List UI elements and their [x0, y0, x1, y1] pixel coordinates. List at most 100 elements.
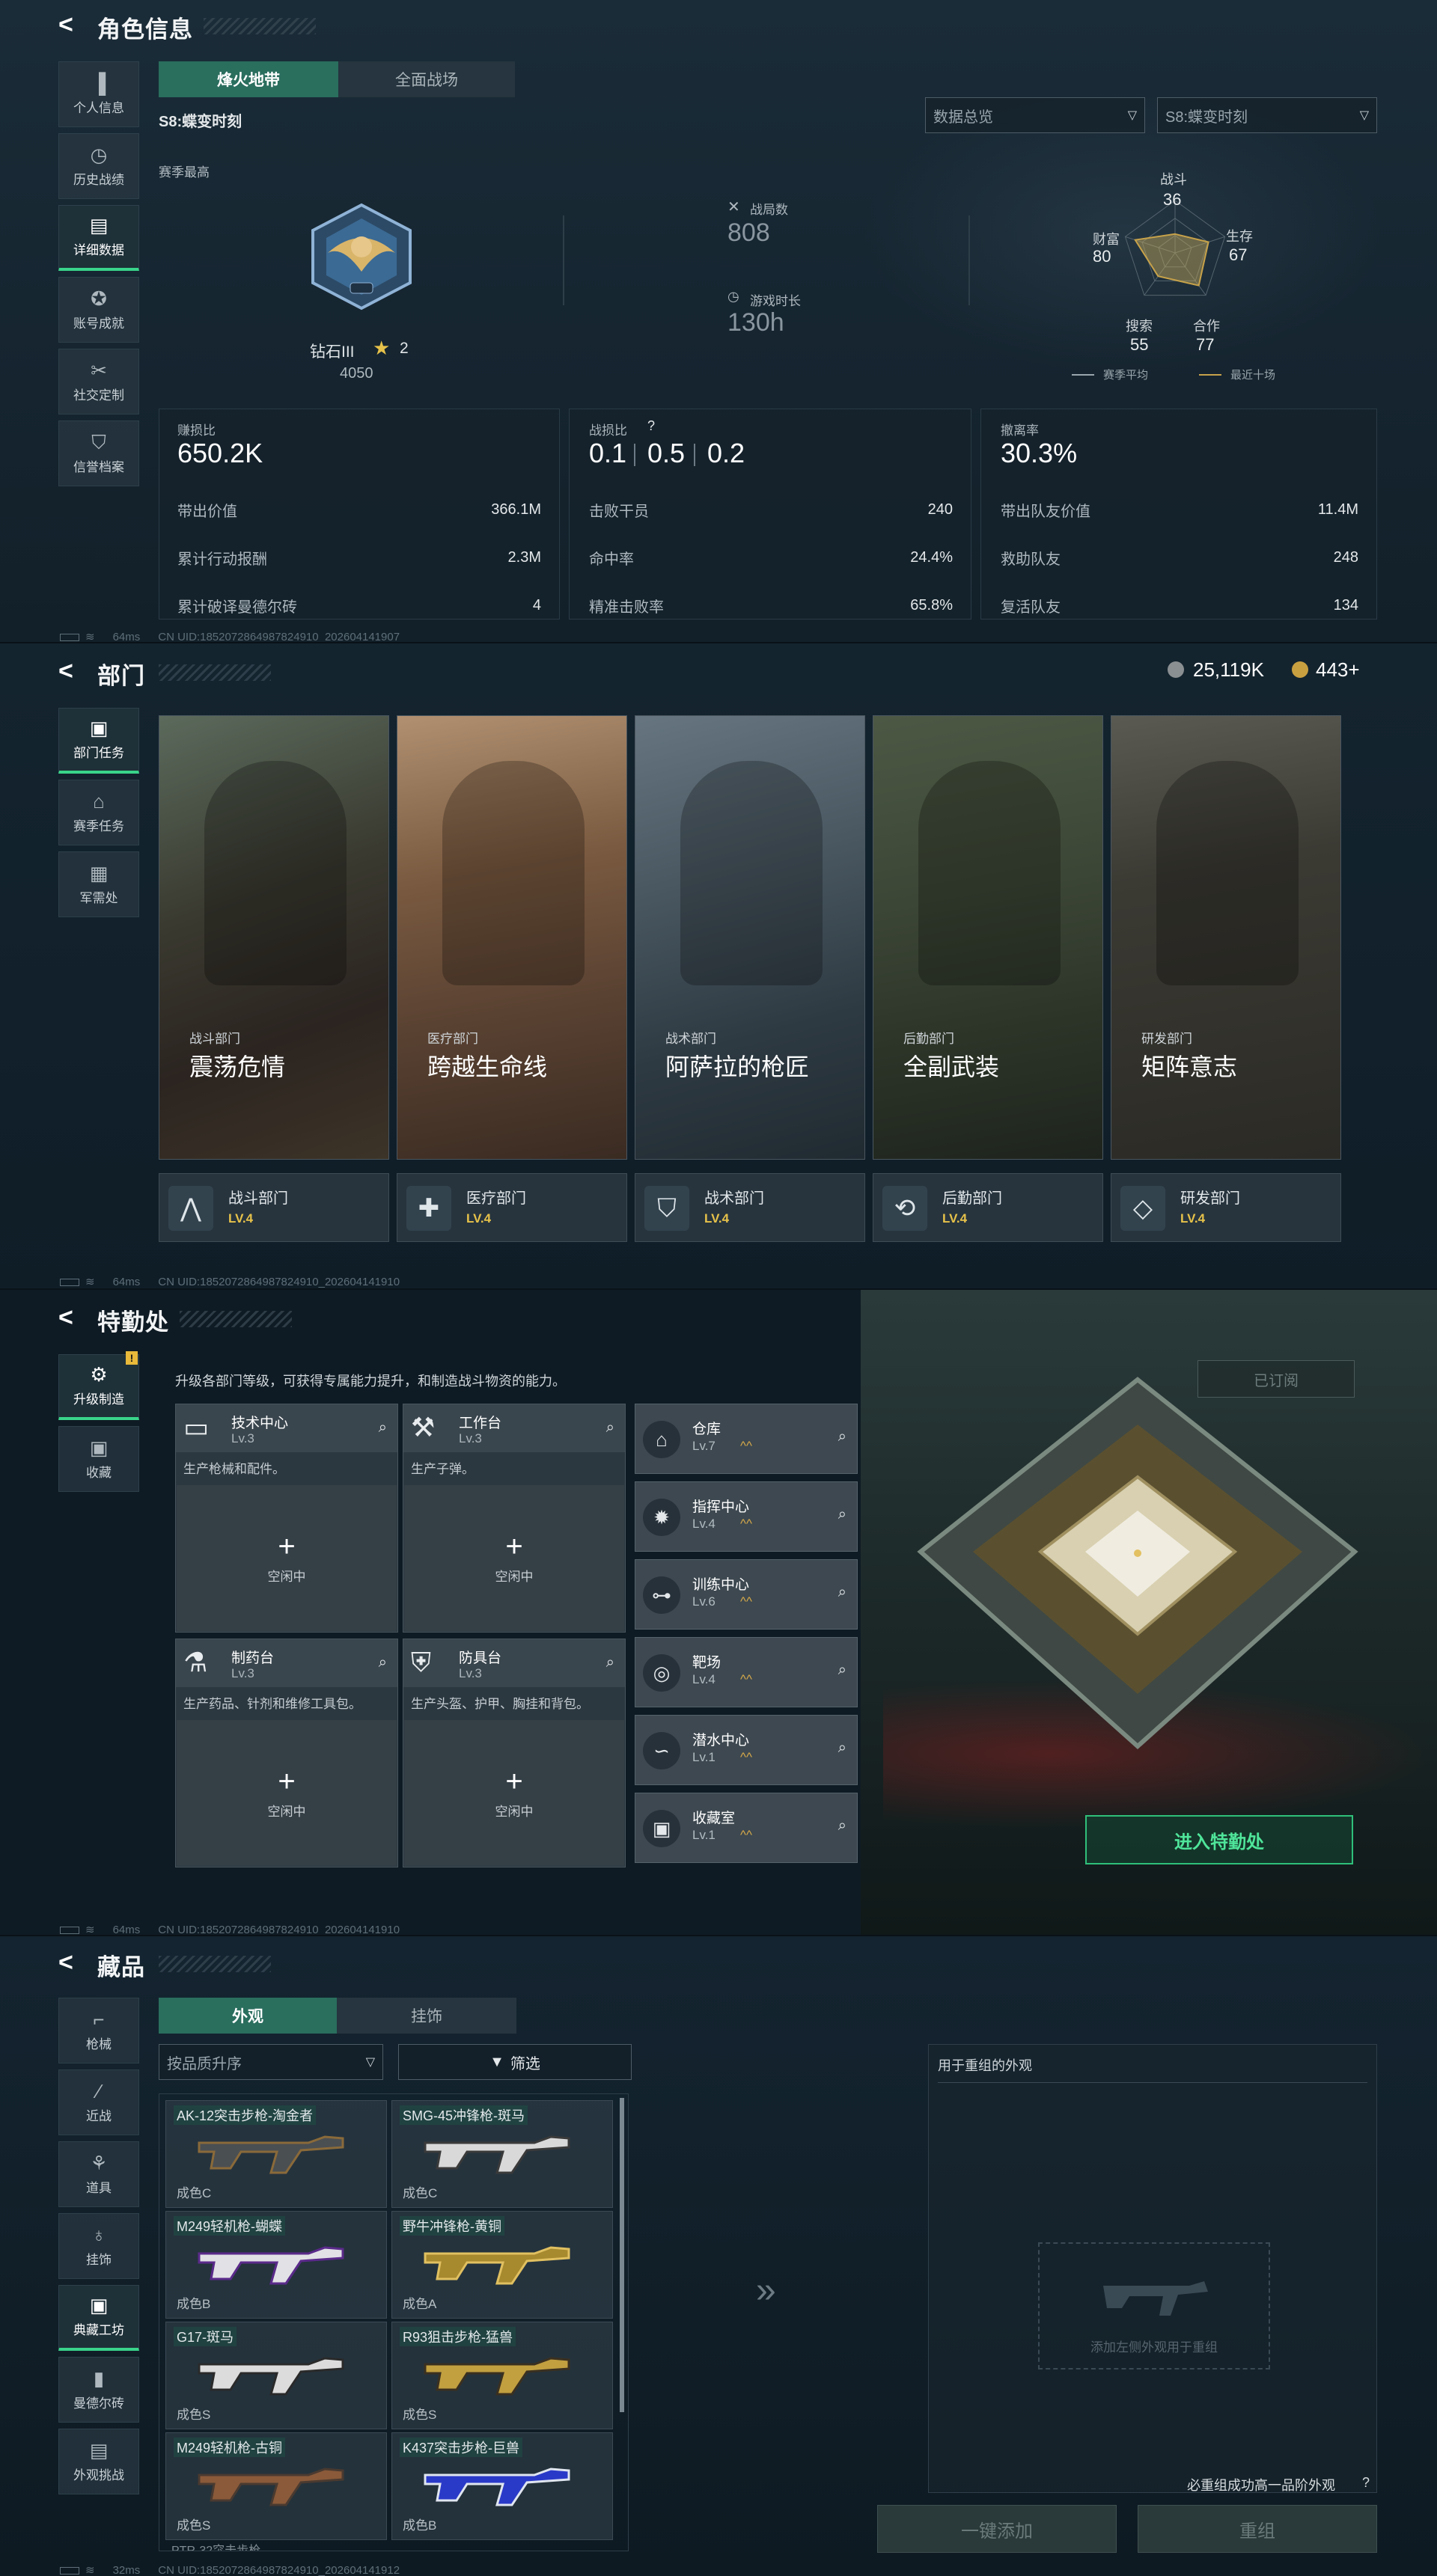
collection-item[interactable]: SMG-45冲锋枪-斑马 成色C — [391, 2100, 613, 2208]
search-icon[interactable]: ⌕ — [379, 1654, 387, 1671]
help-icon[interactable]: ? — [1362, 2475, 1370, 2491]
department-card[interactable]: 战术部门 阿萨拉的枪匠 — [635, 715, 865, 1160]
help-icon[interactable]: ? — [647, 418, 655, 434]
search-icon[interactable]: ⌕ — [838, 1662, 846, 1679]
radar-label-search: 搜索 — [1126, 319, 1153, 334]
radar-value-search: 55 — [1130, 335, 1149, 354]
collection-item[interactable]: 野牛冲锋枪-黄铜 成色A — [391, 2211, 613, 2319]
ping: 32ms — [112, 2564, 141, 2576]
back-icon[interactable]: < — [58, 657, 73, 686]
collection-item[interactable]: G17-斑马 成色S — [165, 2322, 387, 2429]
sidebar-item[interactable]: ▤ 详细数据 — [58, 205, 139, 271]
search-icon[interactable]: ⌕ — [838, 1817, 846, 1835]
collection-item[interactable]: AK-12突击步枪-淘金者 成色C — [165, 2100, 387, 2208]
weapon-image — [424, 2357, 570, 2396]
department-item[interactable]: ◇ 研发部门 LV.4 — [1111, 1173, 1341, 1242]
recombine-title: 用于重组的外观 — [938, 2058, 1032, 2073]
sort-dropdown[interactable]: 按品质升序 ▽ — [159, 2044, 383, 2080]
profile-sidebar: ▐ 个人信息 ◷ 历史战绩 ▤ 详细数据 ✪ 账号成就 ✂ 社交定制 ⛉ 信誉档案 — [58, 61, 139, 492]
sidebar-item[interactable]: ▐ 个人信息 — [58, 61, 139, 127]
search-icon[interactable]: ⌕ — [379, 1419, 387, 1437]
facility-level: Lv.4 — [692, 1672, 716, 1686]
search-icon[interactable]: ⌕ — [838, 1428, 846, 1445]
scrollbar[interactable] — [620, 2098, 624, 2412]
collection-item[interactable]: M249轻机枪-古铜 成色S — [165, 2432, 387, 2540]
sidebar-item[interactable]: ▣ 典藏工坊 — [58, 2285, 139, 2351]
matches-label: 战局数 — [750, 203, 788, 217]
sidebar-item[interactable]: ▣ 收藏 — [58, 1426, 139, 1492]
filter-button[interactable]: ▼ 筛选 — [398, 2044, 632, 2080]
sidebar-item[interactable]: ▤ 外观挑战 — [58, 2429, 139, 2494]
currency-coins: 25,119K — [1193, 658, 1264, 681]
department-card[interactable]: 医疗部门 跨越生命线 — [397, 715, 627, 1160]
sidebar-item[interactable]: ▦ 军需处 — [58, 851, 139, 917]
overview-dropdown[interactable]: 数据总览 ▽ — [925, 97, 1145, 133]
department-panel: < 部门 25,119K 443+ ▣ 部门任务 ⌂ 赛季任务 ▦ 军需处 战斗部门 震荡危… — [0, 643, 1437, 1290]
tab-full-battle[interactable]: 全面战场 — [338, 61, 515, 97]
search-icon[interactable]: ⌕ — [606, 1654, 614, 1671]
back-icon[interactable]: < — [58, 1948, 73, 1977]
department-item[interactable]: ⛉ 战术部门 LV.4 — [635, 1173, 865, 1242]
search-icon[interactable]: ⌕ — [606, 1419, 614, 1437]
collection-item[interactable]: R93狙击步枪-猛兽 成色S — [391, 2322, 613, 2429]
facility-item[interactable]: ✹ 指挥中心 Lv.4 ^^ ⌕ — [635, 1481, 858, 1552]
search-icon[interactable]: ⌕ — [838, 1740, 846, 1757]
sidebar-item[interactable]: ⛉ 信誉档案 — [58, 420, 139, 486]
enter-ops-button[interactable]: 进入特勤处 — [1085, 1815, 1353, 1864]
facility-item[interactable]: ∽ 潜水中心 Lv.1 ^^ ⌕ — [635, 1715, 858, 1785]
sidebar-item[interactable]: ▮ 曼德尔砖 — [58, 2357, 139, 2423]
clock-icon-icon: ◷ — [90, 143, 108, 166]
idle-slot[interactable]: + 空闲中 — [177, 1485, 397, 1631]
recombine-button[interactable]: 重组 — [1138, 2505, 1377, 2553]
department-item[interactable]: ✚ 医疗部门 LV.4 — [397, 1173, 627, 1242]
sidebar-item[interactable]: ✂ 社交定制 — [58, 349, 139, 414]
workshop-card[interactable]: ⚒ 工作台 Lv.3 ⌕ 生产子弹。 + 空闲中 — [403, 1404, 626, 1633]
tab-pendant[interactable]: 挂饰 — [337, 1998, 516, 2034]
idle-slot[interactable]: + 空闲中 — [404, 1720, 624, 1866]
drop-slot[interactable]: 添加左侧外观用于重组 — [1038, 2242, 1270, 2370]
back-icon[interactable]: < — [58, 1303, 73, 1333]
collection-item[interactable]: K437突击步枪-巨兽 成色B — [391, 2432, 613, 2540]
ping: 64ms — [112, 1276, 141, 1288]
tab-fire-zone[interactable]: 烽火地带 — [159, 61, 338, 97]
workshop-level: Lv.3 — [459, 1431, 482, 1445]
department-card[interactable]: 研发部门 矩阵意志 — [1111, 715, 1341, 1160]
department-icon: ✚ — [406, 1186, 451, 1231]
sidebar-item-label: 社交定制 — [73, 388, 124, 403]
alert-badge: ! — [126, 1351, 138, 1365]
department-item[interactable]: ⋀ 战斗部门 LV.4 — [159, 1173, 389, 1242]
gun-placeholder-icon — [1103, 2281, 1208, 2316]
department-card[interactable]: 后勤部门 全副武装 — [873, 715, 1103, 1160]
workshop-card[interactable]: ⚗ 制药台 Lv.3 ⌕ 生产药品、针剂和维修工具包。 + 空闲中 — [175, 1639, 398, 1867]
sidebar-item[interactable]: ⌂ 赛季任务 — [58, 780, 139, 845]
stat-value: 240 — [927, 501, 953, 518]
sidebar-item[interactable]: ◷ 历史战绩 — [58, 133, 139, 199]
quick-add-button[interactable]: 一键添加 — [877, 2505, 1117, 2553]
season-dropdown[interactable]: S8:蝶变时刻 ▽ — [1157, 97, 1377, 133]
sidebar-item[interactable]: ⌐ 枪械 — [58, 1998, 139, 2063]
workshop-card[interactable]: ▭ 技术中心 Lv.3 ⌕ 生产枪械和配件。 + 空闲中 — [175, 1404, 398, 1633]
sidebar-item[interactable]: ∕ 近战 — [58, 2069, 139, 2135]
sidebar-item[interactable]: ⚘ 道具 — [58, 2141, 139, 2207]
collection-item[interactable]: M249轻机枪-蝴蝶 成色B — [165, 2211, 387, 2319]
department-item[interactable]: ⟲ 后勤部门 LV.4 — [873, 1173, 1103, 1242]
back-icon[interactable]: < — [58, 10, 73, 40]
search-icon[interactable]: ⌕ — [838, 1584, 846, 1601]
sidebar-item[interactable]: ▣ 部门任务 — [58, 708, 139, 774]
facility-item[interactable]: ⌂ 仓库 Lv.7 ^^ ⌕ — [635, 1404, 858, 1474]
workshop-card[interactable]: ⛨ 防具台 Lv.3 ⌕ 生产头盔、护甲、胸挂和背包。 + 空闲中 — [403, 1639, 626, 1867]
tab-appearance[interactable]: 外观 — [159, 1998, 337, 2034]
facility-item[interactable]: ▣ 收藏室 Lv.1 ^^ ⌕ — [635, 1793, 858, 1863]
item-quality: 成色B — [403, 2518, 437, 2533]
department-card[interactable]: 战斗部门 震荡危情 — [159, 715, 389, 1160]
stat-value: 11.4M — [1317, 501, 1358, 518]
subscribed-button[interactable]: 已订阅 — [1198, 1360, 1355, 1398]
idle-slot[interactable]: + 空闲中 — [404, 1485, 624, 1631]
sidebar-item[interactable]: ♁ 挂饰 — [58, 2213, 139, 2279]
search-icon[interactable]: ⌕ — [838, 1506, 846, 1523]
facility-item[interactable]: ⊶ 训练中心 Lv.6 ^^ ⌕ — [635, 1559, 858, 1630]
card-title: 跨越生命线 — [427, 1053, 548, 1080]
facility-item[interactable]: ◎ 靶场 Lv.4 ^^ ⌕ — [635, 1637, 858, 1707]
idle-slot[interactable]: + 空闲中 — [177, 1720, 397, 1866]
sidebar-item[interactable]: ✪ 账号成就 — [58, 277, 139, 343]
